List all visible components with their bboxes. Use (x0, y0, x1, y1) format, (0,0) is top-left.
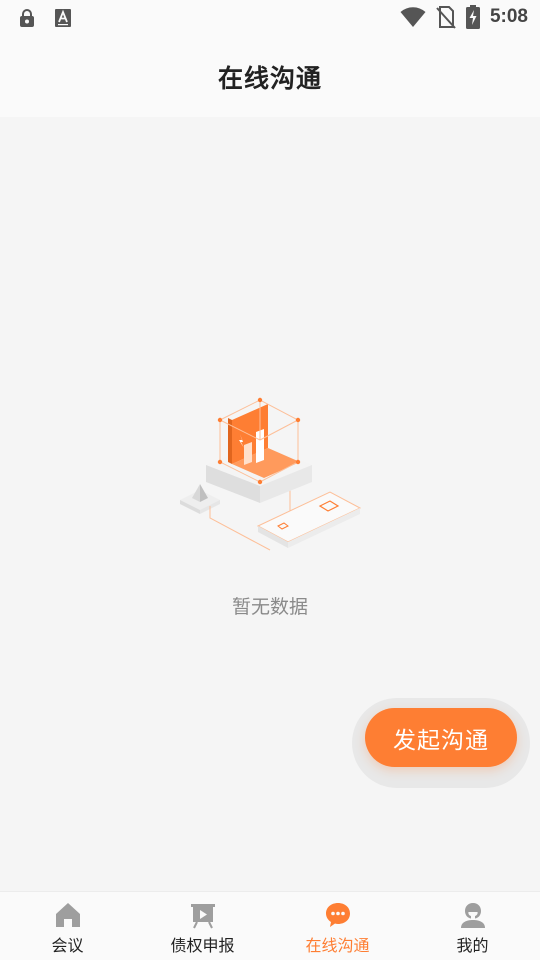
empty-data-illustration (180, 397, 362, 551)
lock-notification-icon (20, 9, 34, 27)
no-sim-icon (436, 6, 456, 29)
status-system-icons: 5:08 (400, 5, 528, 29)
status-notification-icons (18, 8, 72, 28)
start-communication-button[interactable]: 发起沟通 (365, 708, 517, 767)
nav-item-claim-declaration[interactable]: 债权申报 (135, 892, 270, 960)
nav-item-meeting[interactable]: 会议 (0, 892, 135, 960)
wifi-icon (400, 7, 426, 27)
bottom-nav: 会议 债权申报 在线沟通 我的 (0, 891, 540, 960)
status-bar: 5:08 (0, 0, 540, 36)
chat-bubble-icon (325, 903, 350, 927)
font-a-notification-icon (55, 9, 71, 27)
nav-label-claim-declaration: 债权申报 (170, 936, 235, 955)
nav-label-online-communication: 在线沟通 (305, 936, 370, 955)
home-icon (55, 903, 80, 927)
battery-charging-icon (465, 5, 480, 29)
app-header: 在线沟通 (0, 36, 540, 117)
page-title: 在线沟通 (217, 63, 322, 93)
nav-label-mine: 我的 (456, 936, 489, 955)
presentation-icon (190, 904, 215, 929)
nav-item-online-communication[interactable]: 在线沟通 (270, 892, 405, 960)
nav-label-meeting: 会议 (51, 936, 84, 955)
status-time: 5:08 (489, 6, 528, 27)
empty-state-message: 暂无数据 (231, 596, 308, 618)
nav-item-mine[interactable]: 我的 (405, 892, 540, 960)
person-icon (460, 903, 485, 928)
